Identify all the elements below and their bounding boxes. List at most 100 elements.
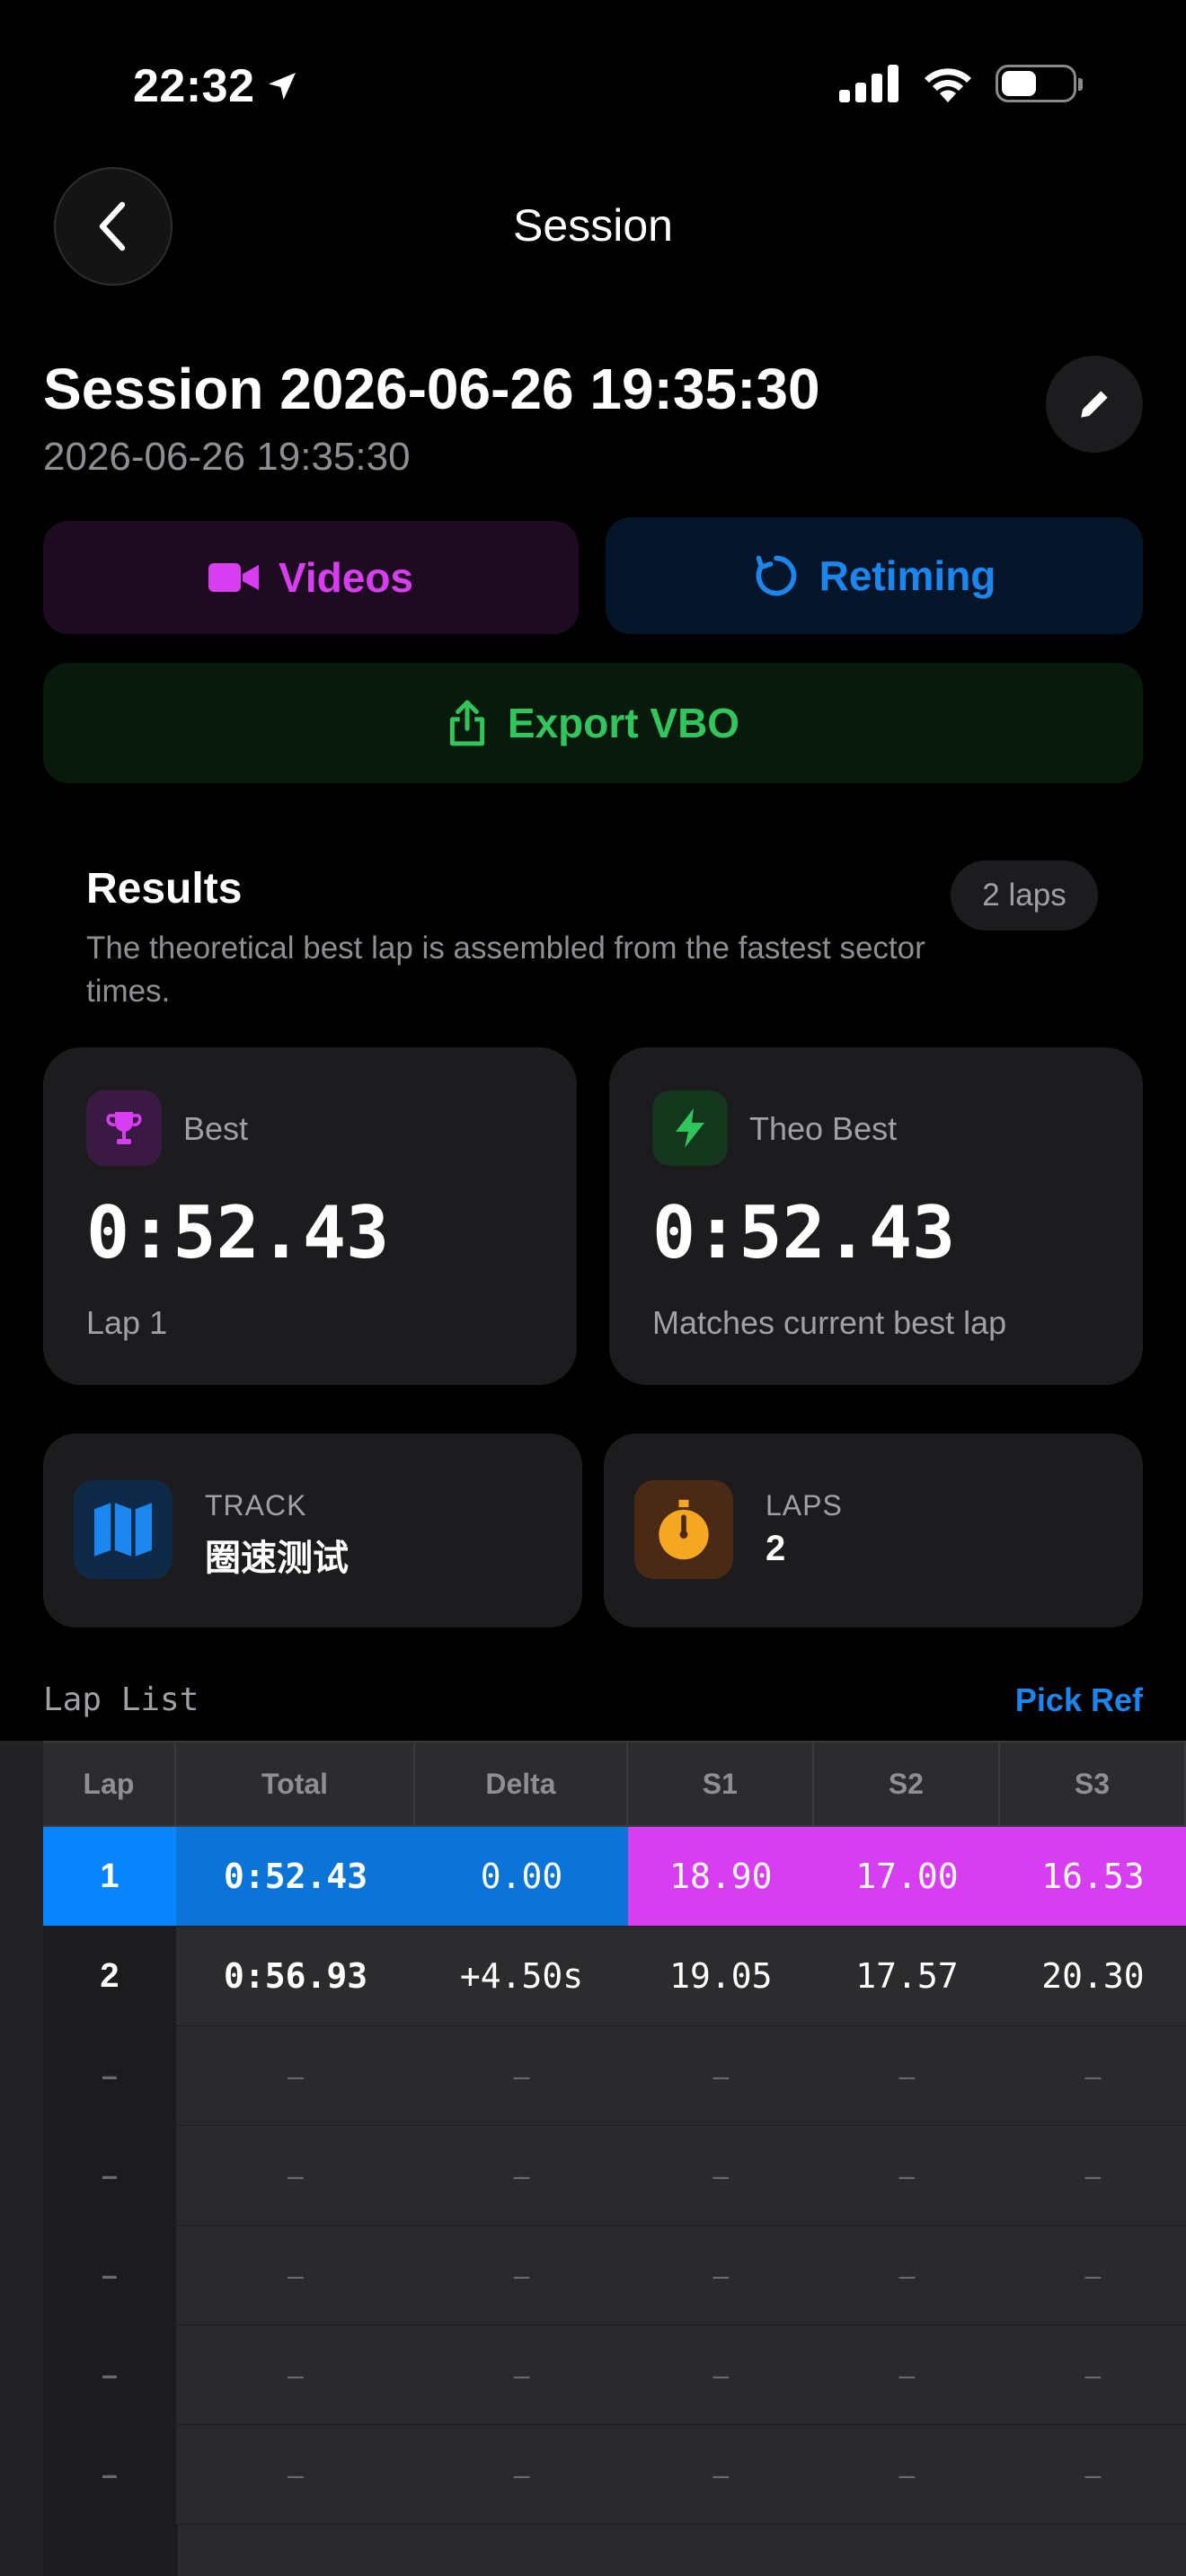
header-delta[interactable]: Delta [415, 1742, 628, 1825]
best-lap-card: Best 0:52.43 Lap 1 [43, 1047, 577, 1385]
status-time: 22:32 [133, 60, 255, 112]
delta-cell: +4.50s [459, 1956, 584, 1996]
edit-button[interactable] [1046, 356, 1143, 453]
total-cell: 0:52.43 [175, 1827, 416, 1926]
pencil-icon [1081, 391, 1108, 418]
wifi-icon [925, 68, 971, 102]
share-icon [449, 700, 485, 746]
table-row: – – – – – – [43, 2026, 1186, 2126]
lap-number-cell: 1 [43, 1827, 176, 1926]
refresh-icon [756, 555, 796, 596]
s1-cell: – [712, 2457, 730, 2491]
export-vbo-button[interactable]: Export VBO [43, 663, 1143, 783]
pick-ref-button[interactable]: Pick Ref [1015, 1681, 1143, 1719]
lap-list-title: Lap List [43, 1681, 199, 1718]
lap-table[interactable]: Lap Total Delta S1 S2 S3 1 0:52.43 0.00 … [0, 1741, 1186, 2576]
lap-number-cell: – [43, 2026, 176, 2125]
retiming-label: Retiming [819, 552, 996, 599]
delta-cell: – [513, 2059, 530, 2092]
table-row[interactable]: 2 0:56.93 +4.50s 19.05 17.57 20.30 [43, 1927, 1186, 2026]
delta-cell: – [513, 2258, 530, 2291]
track-name: 圈速测试 [205, 1539, 349, 1578]
s1-cell: – [712, 2059, 730, 2092]
trophy-icon [86, 1090, 162, 1166]
s3-cell: 20.30 [1041, 1956, 1145, 1996]
lap-table-grid: Lap Total Delta S1 S2 S3 1 0:52.43 0.00 … [43, 1741, 1186, 2576]
s2-cell: – [898, 2059, 916, 2092]
status-indicators [839, 63, 1083, 104]
results-title: Results [86, 865, 243, 913]
delta-cell: – [513, 2158, 530, 2192]
table-row: – – – – – – [43, 2226, 1186, 2325]
lap-number-cell: – [43, 2325, 176, 2424]
s1-cell: 19.05 [669, 1956, 773, 1996]
stopwatch-icon [634, 1480, 733, 1579]
s2-cell: 17.57 [855, 1956, 959, 1996]
theo-best-card: Theo Best 0:52.43 Matches current best l… [609, 1047, 1143, 1385]
laps-value: 2 [766, 1529, 786, 1568]
location-arrow-icon [268, 73, 296, 100]
session-date: 2026-06-26 19:35:30 [43, 435, 411, 479]
header-total[interactable]: Total [176, 1742, 416, 1825]
lightning-icon [652, 1090, 728, 1166]
table-row: – – – – – – [43, 2126, 1186, 2226]
header-s1[interactable]: S1 [628, 1742, 814, 1825]
s2-cell: – [898, 2358, 916, 2391]
total-cell: – [288, 2457, 304, 2491]
best-time: 0:52.43 [86, 1191, 390, 1275]
s1-cell: – [712, 2358, 730, 2391]
laps-label: LAPS [766, 1489, 843, 1522]
table-row: – – – – – – [43, 2325, 1186, 2425]
session-title: Session 2026-06-26 19:35:30 [43, 357, 820, 421]
s2-cell: – [898, 2457, 916, 2491]
lap-number-cell: – [43, 2126, 176, 2225]
retiming-button[interactable]: Retiming [606, 517, 1143, 634]
table-row-partial [43, 2525, 1186, 2576]
s1-cell: – [712, 2158, 730, 2192]
laps-card: LAPS 2 [604, 1434, 1143, 1628]
track-card: TRACK 圈速测试 [43, 1434, 582, 1628]
s3-cell: – [1084, 2158, 1102, 2192]
best-lap-number: Lap 1 [86, 1304, 168, 1341]
theo-best-time: 0:52.43 [652, 1191, 956, 1275]
s3-cell: – [1084, 2258, 1102, 2291]
delta-cell: – [513, 2358, 530, 2391]
header-lap[interactable]: Lap [43, 1742, 176, 1825]
battery-icon [996, 65, 1083, 102]
total-cell: – [288, 2358, 304, 2391]
table-row: – – – – – – [43, 2425, 1186, 2525]
status-bar: 22:32 [0, 0, 1186, 171]
videos-button[interactable]: Videos [43, 521, 579, 634]
status-clock: 22:32 [133, 59, 300, 113]
map-icon [74, 1480, 173, 1579]
lap-number-cell: 2 [43, 1927, 176, 2025]
s3-cell: 16.53 [999, 1827, 1186, 1926]
track-label: TRACK [205, 1489, 307, 1522]
cellular-signal-icon [839, 65, 898, 102]
s1-cell: – [712, 2258, 730, 2291]
s2-cell: – [898, 2158, 916, 2192]
lap-number-cell: – [43, 2425, 176, 2524]
table-row[interactable]: 1 0:52.43 0.00 18.90 17.00 16.53 [43, 1827, 1186, 1927]
s3-cell: – [1084, 2059, 1102, 2092]
total-cell: – [288, 2059, 304, 2092]
delta-cell: – [513, 2457, 530, 2491]
s2-cell: – [898, 2258, 916, 2291]
s3-cell: – [1084, 2358, 1102, 2391]
header-s2[interactable]: S2 [814, 1742, 1000, 1825]
total-cell: – [288, 2158, 304, 2192]
best-label: Best [183, 1110, 249, 1147]
s2-cell: 17.00 [813, 1827, 1000, 1926]
video-camera-icon [208, 563, 259, 592]
results-description: The theoretical best lap is assembled fr… [86, 931, 925, 1009]
total-cell: – [288, 2258, 304, 2291]
videos-label: Videos [279, 554, 413, 601]
header-s3[interactable]: S3 [1000, 1742, 1186, 1825]
export-vbo-label: Export VBO [507, 700, 740, 746]
lap-number-cell: – [43, 2226, 176, 2325]
s1-cell: 18.90 [627, 1827, 814, 1926]
s3-cell: – [1084, 2457, 1102, 2491]
laps-count-badge: 2 laps [951, 860, 1098, 931]
table-header-row: Lap Total Delta S1 S2 S3 [43, 1741, 1186, 1827]
theo-best-note: Matches current best lap [652, 1304, 1007, 1341]
